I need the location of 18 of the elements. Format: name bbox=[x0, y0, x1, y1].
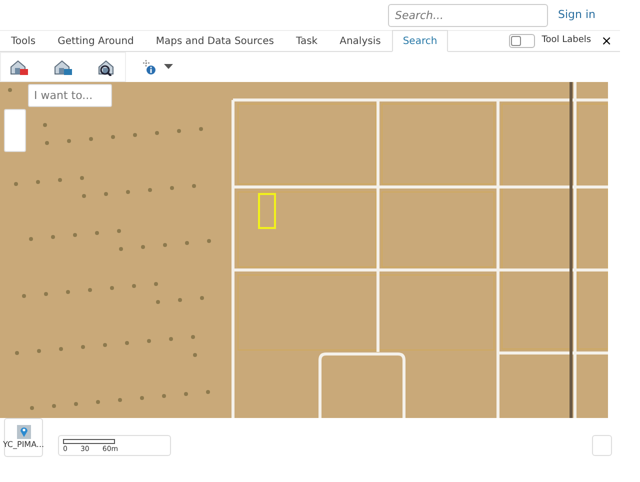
tab[interactable]: Search bbox=[392, 30, 448, 52]
house-icon[interactable] bbox=[53, 58, 73, 76]
tab[interactable]: Task bbox=[285, 30, 329, 52]
search-field[interactable]: Search... bbox=[388, 4, 548, 26]
tab[interactable]: Maps and Data Sources bbox=[144, 30, 286, 52]
tab[interactable]: Getting Around bbox=[46, 30, 145, 52]
close-button[interactable]: × bbox=[601, 34, 620, 48]
identify-icon[interactable] bbox=[142, 59, 156, 75]
sign-in-link[interactable]: Sign in bbox=[558, 6, 596, 24]
caret-icon[interactable] bbox=[164, 64, 173, 70]
tool-labels-toggle[interactable] bbox=[508, 34, 535, 48]
basemap-button[interactable]: YC_PIMA... bbox=[4, 418, 43, 457]
map-pin-icon bbox=[16, 424, 30, 438]
tab[interactable]: Tools bbox=[0, 30, 47, 52]
tab[interactable]: Analysis bbox=[328, 30, 392, 52]
tool-labels-label: Tool Labels bbox=[542, 34, 592, 48]
search-field[interactable]: I want to... bbox=[28, 84, 112, 107]
house-icon[interactable] bbox=[9, 58, 29, 76]
